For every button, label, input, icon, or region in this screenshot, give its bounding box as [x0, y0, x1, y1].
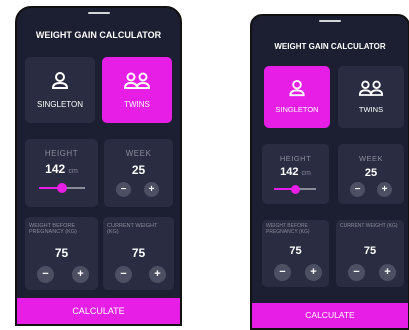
current-weight-card: CURRENT WEIGHT (KG) 75 − +: [103, 217, 174, 290]
gender-label-singleton: SINGLETON: [275, 105, 319, 114]
calculate-button[interactable]: CALCULATE: [252, 303, 408, 328]
week-increment-button[interactable]: +: [144, 182, 159, 197]
current-weight-value: 75: [363, 245, 377, 257]
week-decrement-button[interactable]: −: [350, 182, 365, 197]
week-decrement-button[interactable]: −: [116, 182, 131, 197]
phone-screen-twins: WEIGHT GAIN CALCULATOR SINGLETON TWINS H…: [15, 6, 182, 326]
current-weight-increment-button[interactable]: +: [149, 266, 166, 283]
week-value: 25: [364, 167, 378, 179]
gender-option-twins[interactable]: TWINS: [338, 66, 404, 128]
weight-before-value: 75: [54, 246, 69, 260]
gender-label-singleton: SINGLETON: [36, 100, 84, 109]
app-screen: WEIGHT GAIN CALCULATOR SINGLETON TWINS H…: [252, 16, 408, 328]
height-card: HEIGHT 142 cm: [262, 144, 329, 204]
height-label: HEIGHT: [44, 149, 79, 158]
week-card: WEEK 25 − +: [104, 139, 173, 207]
weight-before-increment-button[interactable]: +: [305, 264, 322, 281]
current-weight-value: 75: [131, 246, 146, 260]
weight-before-label: WEIGHT BEFORE PREGNANCY (KG): [29, 223, 77, 236]
status-notch: [319, 20, 341, 22]
app-screen: WEIGHT GAIN CALCULATOR SINGLETON TWINS H…: [17, 8, 180, 324]
person-icon: [289, 79, 305, 97]
gender-label-twins: TWINS: [358, 105, 384, 114]
person-icon: [51, 72, 69, 89]
current-weight-decrement-button[interactable]: −: [348, 264, 365, 281]
height-label: HEIGHT: [279, 154, 312, 163]
weight-before-increment-button[interactable]: +: [72, 266, 89, 283]
weight-before-decrement-button[interactable]: −: [37, 266, 54, 283]
current-weight-label: CURRENT WEIGHT (KG): [107, 223, 158, 236]
weight-before-decrement-button[interactable]: −: [274, 264, 291, 281]
week-label: WEEK: [125, 149, 152, 158]
height-slider-handle[interactable]: [57, 183, 67, 193]
current-weight-decrement-button[interactable]: −: [115, 266, 132, 283]
height-slider[interactable]: [274, 184, 316, 194]
calculate-button[interactable]: CALCULATE: [17, 298, 180, 324]
week-value: 25: [131, 163, 146, 177]
phone-screen-singleton: WEIGHT GAIN CALCULATOR SINGLETON TWINS H…: [250, 14, 409, 330]
height-slider[interactable]: [39, 183, 85, 193]
current-weight-card: CURRENT WEIGHT (KG) 75 − +: [336, 220, 404, 287]
app-title: WEIGHT GAIN CALCULATOR: [35, 30, 162, 40]
gender-label-twins: TWINS: [124, 100, 150, 109]
current-weight-label: CURRENT WEIGHT (KG): [340, 223, 398, 229]
week-label: WEEK: [358, 154, 384, 163]
week-increment-button[interactable]: +: [377, 182, 392, 197]
people-icon: [123, 72, 151, 89]
current-weight-increment-button[interactable]: +: [379, 264, 396, 281]
weight-before-value: 75: [289, 245, 302, 257]
height-value: 142 cm: [45, 162, 78, 176]
gender-option-twins[interactable]: TWINS: [102, 57, 172, 123]
weight-before-card: WEIGHT BEFORE PREGNANCY (KG) 75 − +: [262, 220, 329, 287]
height-slider-handle[interactable]: [290, 184, 300, 194]
weight-before-label: WEIGHT BEFORE PREGNANCY (KG): [266, 223, 310, 235]
height-card: HEIGHT 142 cm: [25, 139, 98, 207]
height-value: 142 cm: [280, 166, 311, 178]
week-card: WEEK 25 − +: [338, 144, 404, 204]
app-title: WEIGHT GAIN CALCULATOR: [274, 42, 386, 51]
gender-option-singleton[interactable]: SINGLETON: [25, 57, 95, 123]
status-notch: [87, 12, 110, 14]
people-icon: [358, 80, 384, 96]
weight-before-card: WEIGHT BEFORE PREGNANCY (KG) 75 − +: [25, 217, 98, 290]
gender-option-singleton[interactable]: SINGLETON: [264, 66, 330, 128]
